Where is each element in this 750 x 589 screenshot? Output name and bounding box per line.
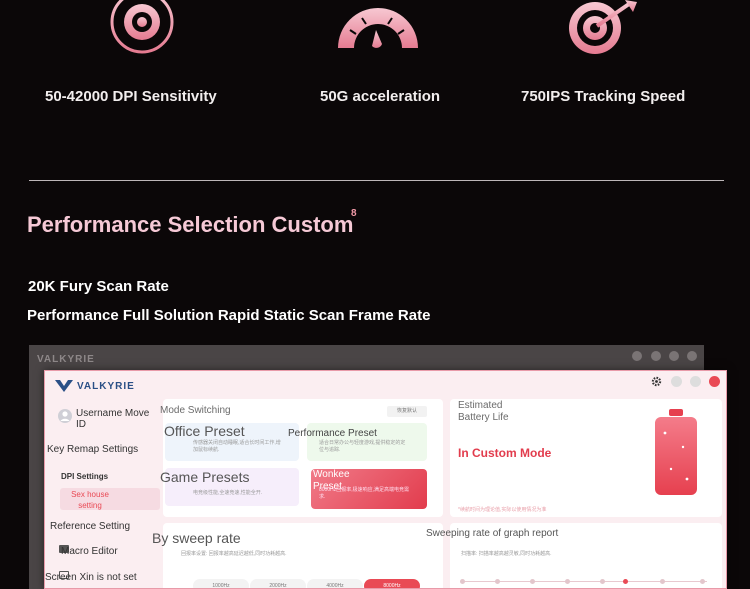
graph-report-desc: 扫描率: 扫描率越高越灵敏,同时功耗越高. — [461, 551, 552, 557]
slider-stop[interactable] — [530, 579, 535, 584]
battery-icon — [655, 409, 697, 495]
slider-stop[interactable] — [660, 579, 665, 584]
background-settings-icon — [632, 351, 642, 361]
crosshair-icon — [102, 0, 182, 58]
sidebar-item-dpi[interactable]: DPI Settings — [61, 472, 108, 481]
feature-label-dpi: 50-42000 DPI Sensitivity — [45, 88, 217, 105]
rate-option-2000[interactable]: 2000Hz — [250, 579, 306, 588]
rate-option-4000[interactable]: 4000Hz — [307, 579, 363, 588]
sidebar-user-name[interactable]: Username Move ID — [76, 408, 150, 430]
rate-option-8000[interactable]: 8000Hz — [364, 579, 420, 588]
office-preset-label: Office Preset — [164, 423, 245, 439]
sidebar-item-key-remap[interactable]: Key Remap Settings — [47, 444, 138, 455]
speedometer-icon — [338, 8, 418, 48]
section-subtitle-frame-rate: Performance Full Solution Rapid Static S… — [27, 307, 431, 324]
sweep-rate-title: By sweep rate — [152, 530, 241, 546]
wonkee-preset-desc: 8000Hz回报率,极速响应,满足高端电竞需求. — [319, 487, 410, 500]
sidebar-item-screen[interactable]: Screen Xin is not set — [45, 572, 137, 583]
performance-preset-desc: 适合日常办公与轻度游戏,提供稳定的定位与追踪. — [319, 440, 406, 453]
feature-label-tracking: 750IPS Tracking Speed — [521, 88, 686, 105]
background-app-logo: VALKYRIE — [37, 354, 95, 365]
graph-report-title: Sweeping rate of graph report — [426, 528, 559, 539]
close-button[interactable] — [709, 376, 720, 387]
section-divider — [29, 180, 724, 181]
slider-stop[interactable] — [495, 579, 500, 584]
section-footnote: 8 — [351, 208, 357, 219]
battery-title: Estimated Battery Life — [458, 400, 509, 423]
slider-stop[interactable] — [460, 579, 465, 584]
rate-option-1000[interactable]: 1000Hz — [193, 579, 249, 588]
mode-switching-title: Mode Switching — [160, 405, 231, 416]
restore-default-button[interactable]: 恢复默认 — [387, 406, 427, 417]
user-avatar-icon — [58, 409, 72, 423]
custom-mode-label: In Custom Mode — [458, 446, 552, 460]
sidebar-item-sex-house[interactable]: Sex house setting — [65, 489, 115, 511]
section-title: Performance Selection Custom — [27, 212, 354, 237]
valkyrie-logo-icon — [55, 380, 73, 392]
sidebar-item-reference[interactable]: Reference Setting — [50, 521, 130, 532]
battery-note: *续航时间为理论值,实际以使用情况为准 — [458, 507, 547, 513]
game-preset-desc: 电竞级性能,全速竞速,性能全开. — [193, 490, 263, 496]
background-maximize-icon — [669, 351, 679, 361]
background-close-icon — [687, 351, 697, 361]
sidebar-item-macro[interactable]: Macro Editor — [61, 546, 118, 557]
settings-gear-icon[interactable] — [651, 376, 662, 387]
minimize-button[interactable] — [671, 376, 682, 387]
app-logo: VALKYRIE — [55, 380, 135, 392]
performance-preset-label: Performance Preset — [288, 428, 377, 439]
sweep-rate-desc: 回报率设置: 回报率越高延迟越低,同时功耗越高. — [181, 551, 287, 557]
app-brand: VALKYRIE — [77, 380, 135, 392]
game-presets-label: Game Presets — [160, 469, 250, 485]
slider-thumb[interactable] — [623, 579, 628, 584]
background-minimize-icon — [651, 351, 661, 361]
slider-stop[interactable] — [565, 579, 570, 584]
app-window: VALKYRIE Username Move ID Key Remap Sett… — [44, 370, 727, 589]
maximize-button[interactable] — [690, 376, 701, 387]
office-preset-desc: 传感器关闭自动睡眠,适合长时间工作,增加鼠标续航. — [193, 440, 281, 453]
slider-stop[interactable] — [600, 579, 605, 584]
feature-label-acceleration: 50G acceleration — [320, 88, 441, 105]
section-subtitle-scan-rate: 20K Fury Scan Rate — [28, 278, 169, 295]
slider-stop[interactable] — [700, 579, 705, 584]
target-arrow-icon — [569, 0, 637, 54]
